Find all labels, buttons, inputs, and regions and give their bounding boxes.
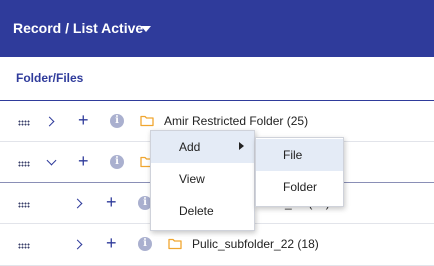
chevron-right-icon[interactable] <box>72 198 83 209</box>
add-icon[interactable]: + <box>106 193 117 211</box>
folder-name[interactable]: Pulic_subfolder_22 <box>192 237 294 251</box>
add-icon[interactable]: + <box>106 234 117 252</box>
folder-icon <box>168 238 182 250</box>
menu-item-delete[interactable]: Delete <box>151 195 254 227</box>
column-header-folder-files: Folder/Files <box>16 71 84 85</box>
drag-handle-icon[interactable] <box>18 161 30 167</box>
info-icon[interactable]: i <box>110 114 124 128</box>
folder-icon <box>140 115 154 127</box>
drag-handle-icon[interactable] <box>18 202 30 208</box>
caret-right-icon <box>239 142 244 150</box>
row-label[interactable]: Amir Restricted Folder (25) <box>164 114 308 128</box>
submenu-item-folder[interactable]: Folder <box>256 171 343 203</box>
add-icon[interactable]: + <box>78 111 89 129</box>
add-icon[interactable]: + <box>78 152 89 170</box>
header-bar: Record / List Active <box>0 0 434 57</box>
info-icon[interactable]: i <box>138 237 152 251</box>
row-label[interactable]: Pulic_subfolder_22 (18) <box>192 237 319 251</box>
caret-down-icon[interactable] <box>141 26 151 32</box>
submenu-item-file[interactable]: File <box>256 139 343 171</box>
view-selector-label[interactable]: Record / List Active <box>13 20 143 36</box>
chevron-right-icon[interactable] <box>44 116 55 127</box>
drag-handle-icon[interactable] <box>18 243 30 249</box>
menu-item-view[interactable]: View <box>151 163 254 195</box>
info-icon[interactable]: i <box>110 155 124 169</box>
table-header: Folder/Files <box>0 57 434 101</box>
menu-item-add[interactable]: Add <box>151 131 254 163</box>
item-count: (18) <box>297 237 319 251</box>
folder-name[interactable]: Amir Restricted Folder <box>164 114 283 128</box>
add-submenu: File Folder <box>255 137 344 207</box>
drag-handle-icon[interactable] <box>18 120 30 126</box>
chevron-down-icon[interactable] <box>46 155 57 166</box>
context-menu: Add View Delete <box>150 130 255 231</box>
item-count: (25) <box>286 114 309 128</box>
chevron-right-icon[interactable] <box>72 239 83 250</box>
